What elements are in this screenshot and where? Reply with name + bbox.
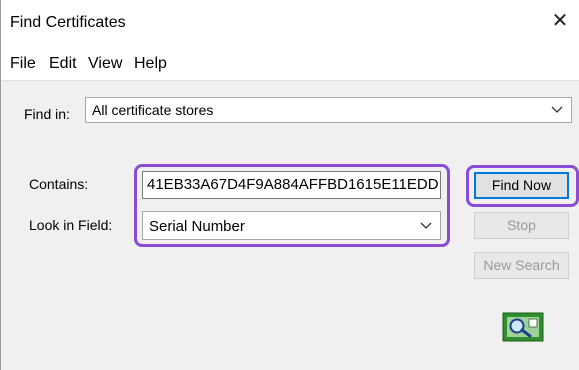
menu-bar: File Edit View Help — [1, 46, 579, 80]
contains-value: 41EB33A67D4F9A884AFFBD1615E11EDD — [147, 176, 439, 193]
title-bar: Find Certificates ✕ — [1, 0, 579, 46]
find-certificates-window: Find Certificates ✕ File Edit View Help … — [0, 0, 579, 370]
find-in-value: All certificate stores — [92, 102, 214, 118]
menu-separator — [1, 80, 579, 81]
look-in-field-value: Serial Number — [149, 218, 245, 235]
find-in-dropdown[interactable]: All certificate stores — [85, 97, 572, 123]
contains-label: Contains: — [29, 176, 89, 192]
look-in-field-label: Look in Field: — [29, 217, 113, 233]
window-title: Find Certificates — [10, 14, 126, 31]
new-search-button[interactable]: New Search — [474, 252, 569, 279]
chevron-down-icon — [420, 217, 432, 236]
menu-view[interactable]: View — [88, 55, 122, 73]
menu-file[interactable]: File — [10, 55, 36, 73]
find-in-label: Find in: — [24, 106, 70, 122]
stop-button[interactable]: Stop — [474, 212, 569, 239]
look-in-field-dropdown[interactable]: Serial Number — [142, 211, 441, 240]
contains-input[interactable]: 41EB33A67D4F9A884AFFBD1615E11EDD — [142, 171, 441, 199]
magnifier-certificate-icon — [499, 309, 547, 345]
find-now-button[interactable]: Find Now — [474, 172, 569, 199]
menu-help[interactable]: Help — [134, 55, 167, 73]
chevron-down-icon — [551, 101, 563, 120]
close-icon[interactable]: ✕ — [548, 9, 572, 33]
menu-edit[interactable]: Edit — [49, 55, 77, 73]
